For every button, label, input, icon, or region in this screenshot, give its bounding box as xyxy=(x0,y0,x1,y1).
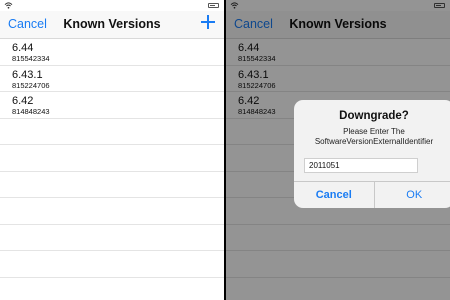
navigation-bar: Cancel Known Versions xyxy=(0,11,224,39)
identifier-input[interactable] xyxy=(304,158,418,173)
wifi-icon xyxy=(4,2,13,9)
alert-message-line: SoftwareVersionExternalIdentifier xyxy=(314,137,434,146)
alert-ok-button[interactable]: OK xyxy=(375,182,450,208)
empty-row xyxy=(0,225,224,251)
list-item[interactable]: 6.42 814848243 xyxy=(0,92,224,119)
alert-cancel-button[interactable]: Cancel xyxy=(294,182,375,208)
status-bar xyxy=(0,0,224,11)
known-versions-screen: Cancel Known Versions 6.44 815542334 6.4… xyxy=(0,0,224,300)
downgrade-alert: Downgrade? Please Enter The SoftwareVers… xyxy=(294,100,450,208)
empty-row xyxy=(0,278,224,300)
alert-title: Downgrade? xyxy=(339,110,409,122)
page-title: Known Versions xyxy=(63,17,161,31)
alert-actions: Cancel OK xyxy=(294,181,450,208)
version-number: 6.44 xyxy=(12,42,34,54)
list-item[interactable]: 6.43.1 815224706 xyxy=(0,66,224,92)
empty-row xyxy=(0,145,224,172)
add-icon[interactable] xyxy=(200,14,216,30)
battery-icon xyxy=(208,3,219,8)
empty-row xyxy=(0,119,224,145)
alert-message-line: Please Enter The xyxy=(343,127,405,136)
empty-row xyxy=(0,251,224,278)
version-identifier: 815542334 xyxy=(12,54,50,63)
versions-list: 6.44 815542334 6.43.1 815224706 6.42 814… xyxy=(0,39,224,300)
version-identifier: 814848243 xyxy=(12,107,50,116)
empty-row xyxy=(0,172,224,198)
alert-message: Please Enter The SoftwareVersionExternal… xyxy=(294,127,450,147)
version-number: 6.42 xyxy=(12,95,34,107)
downgrade-screen: Cancel Known Versions 6.44 815542334 6.4… xyxy=(226,0,450,300)
version-identifier: 815224706 xyxy=(12,80,50,90)
version-number: 6.43.1 xyxy=(12,68,43,81)
list-item[interactable]: 6.44 815542334 xyxy=(0,39,224,66)
empty-row xyxy=(0,198,224,225)
